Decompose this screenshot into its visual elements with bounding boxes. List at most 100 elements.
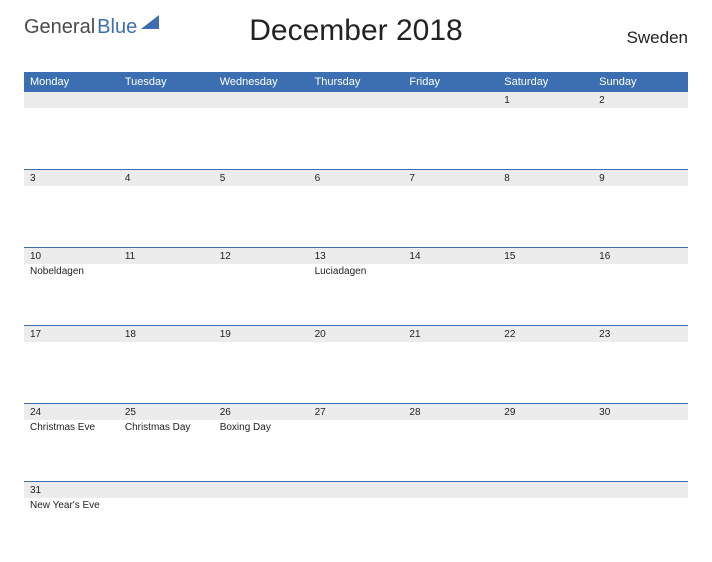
calendar-cell: 5 (214, 170, 309, 248)
calendar-cell: 29 (498, 404, 593, 482)
calendar-week: 31New Year's Eve (24, 482, 688, 542)
date-number: 18 (119, 326, 214, 342)
calendar-cell: 30 (593, 404, 688, 482)
calendar-cell: 9 (593, 170, 688, 248)
calendar-cell: 3 (24, 170, 119, 248)
date-number: 27 (309, 404, 404, 420)
day-header: Wednesday (214, 76, 309, 88)
calendar-week: 10Nobeldagen111213Luciadagen141516 (24, 248, 688, 326)
calendar-cell: 19 (214, 326, 309, 404)
calendar-cell (309, 92, 404, 170)
day-header: Sunday (593, 76, 688, 88)
calendar-cell: 11 (119, 248, 214, 326)
date-number (119, 92, 214, 108)
header: General Blue December 2018 Sweden (24, 10, 688, 66)
calendar-cell (119, 482, 214, 542)
date-number: 26 (214, 404, 309, 420)
day-header-row: Monday Tuesday Wednesday Thursday Friday… (24, 72, 688, 92)
country-label: Sweden (627, 28, 688, 48)
calendar-cell (214, 92, 309, 170)
event-label: Christmas Eve (24, 420, 119, 433)
date-number (214, 92, 309, 108)
date-number (309, 92, 404, 108)
date-number (498, 482, 593, 498)
date-number: 14 (403, 248, 498, 264)
date-number: 25 (119, 404, 214, 420)
calendar-week: 3456789 (24, 170, 688, 248)
event-label: Boxing Day (214, 420, 309, 433)
date-number: 7 (403, 170, 498, 186)
calendar-cell: 10Nobeldagen (24, 248, 119, 326)
calendar-cell: 6 (309, 170, 404, 248)
calendar-cell: 23 (593, 326, 688, 404)
calendar-cell: 24Christmas Eve (24, 404, 119, 482)
calendar-cell (24, 92, 119, 170)
date-number: 20 (309, 326, 404, 342)
date-number: 21 (403, 326, 498, 342)
calendar-cell: 4 (119, 170, 214, 248)
logo-text-general: General (24, 16, 95, 39)
date-number: 11 (119, 248, 214, 264)
date-number: 24 (24, 404, 119, 420)
calendar-cell: 7 (403, 170, 498, 248)
calendar-cell: 17 (24, 326, 119, 404)
calendar-cell (498, 482, 593, 542)
date-number: 3 (24, 170, 119, 186)
calendar-week: 17181920212223 (24, 326, 688, 404)
flag-icon (141, 15, 159, 29)
calendar-cell: 20 (309, 326, 404, 404)
calendar-week: 24Christmas Eve25Christmas Day26Boxing D… (24, 404, 688, 482)
calendar-cell (593, 482, 688, 542)
calendar-week: 12 (24, 92, 688, 170)
calendar-cell (214, 482, 309, 542)
date-number: 19 (214, 326, 309, 342)
calendar-cell: 26Boxing Day (214, 404, 309, 482)
day-header: Saturday (498, 76, 593, 88)
date-number: 10 (24, 248, 119, 264)
event-label: New Year's Eve (24, 498, 119, 511)
calendar-cell: 14 (403, 248, 498, 326)
calendar-cell: 18 (119, 326, 214, 404)
date-number: 23 (593, 326, 688, 342)
calendar-cell: 27 (309, 404, 404, 482)
calendar-grid: Monday Tuesday Wednesday Thursday Friday… (24, 72, 688, 542)
date-number: 31 (24, 482, 119, 498)
date-number: 15 (498, 248, 593, 264)
date-number: 28 (403, 404, 498, 420)
date-number: 6 (309, 170, 404, 186)
date-number: 9 (593, 170, 688, 186)
calendar-cell: 16 (593, 248, 688, 326)
calendar-cell: 1 (498, 92, 593, 170)
calendar-cell: 28 (403, 404, 498, 482)
calendar-cell (309, 482, 404, 542)
calendar-cell: 31New Year's Eve (24, 482, 119, 542)
day-header: Friday (403, 76, 498, 88)
day-header: Monday (24, 76, 119, 88)
date-number: 13 (309, 248, 404, 264)
date-number (214, 482, 309, 498)
calendar-cell: 13Luciadagen (309, 248, 404, 326)
calendar-cell: 21 (403, 326, 498, 404)
date-number: 16 (593, 248, 688, 264)
date-number: 30 (593, 404, 688, 420)
calendar-cell (119, 92, 214, 170)
date-number (403, 92, 498, 108)
calendar-cell: 8 (498, 170, 593, 248)
calendar-cell: 12 (214, 248, 309, 326)
date-number: 12 (214, 248, 309, 264)
date-number: 2 (593, 92, 688, 108)
date-number: 17 (24, 326, 119, 342)
date-number: 4 (119, 170, 214, 186)
logo-text-blue: Blue (97, 16, 137, 39)
date-number (309, 482, 404, 498)
date-number (403, 482, 498, 498)
day-header: Thursday (309, 76, 404, 88)
calendar-title: December 2018 (249, 14, 462, 48)
calendar-cell: 22 (498, 326, 593, 404)
calendar-cell: 25Christmas Day (119, 404, 214, 482)
date-number: 8 (498, 170, 593, 186)
date-number (24, 92, 119, 108)
calendar-cell: 2 (593, 92, 688, 170)
date-number: 5 (214, 170, 309, 186)
date-number: 22 (498, 326, 593, 342)
